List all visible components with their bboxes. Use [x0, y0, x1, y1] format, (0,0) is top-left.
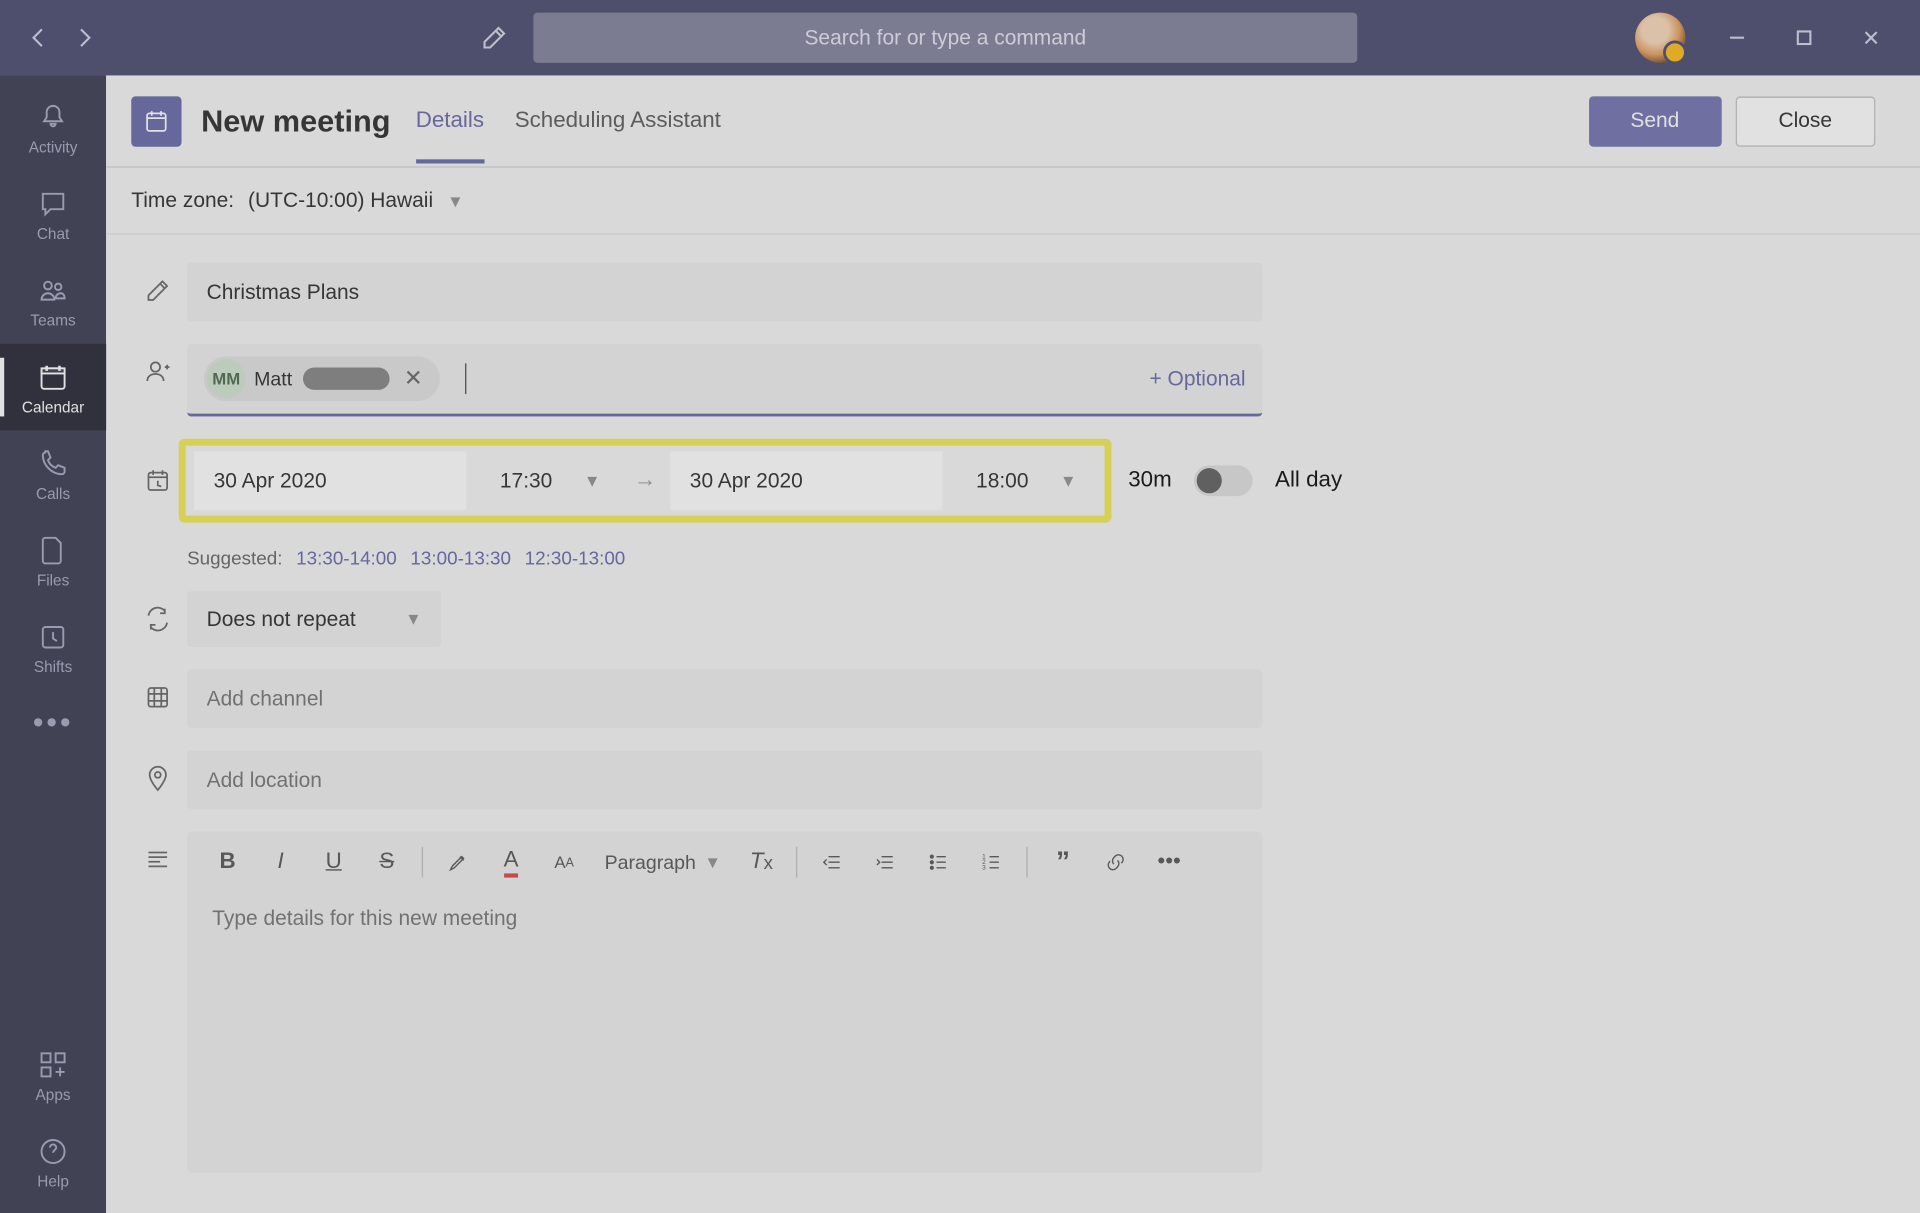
sidebar-item-teams[interactable]: Teams: [0, 257, 106, 344]
compose-icon[interactable]: [469, 13, 519, 63]
recurrence-dropdown[interactable]: Does not repeat ▼: [187, 591, 441, 647]
page-title: New meeting: [201, 103, 390, 139]
minimize-button[interactable]: [1705, 15, 1769, 60]
end-time-input[interactable]: 18:00▼: [957, 451, 1097, 510]
link-button[interactable]: [1092, 838, 1139, 886]
attendee-pill[interactable]: MM Matt ✕: [204, 356, 439, 401]
more-format-button[interactable]: •••: [1145, 838, 1192, 886]
close-window-button[interactable]: [1839, 15, 1903, 60]
close-button[interactable]: Close: [1735, 96, 1875, 146]
text-cursor: [464, 363, 465, 394]
sidebar-more-button[interactable]: •••: [0, 690, 106, 754]
chevron-down-icon: ▼: [447, 191, 464, 211]
font-size-button[interactable]: AA: [540, 838, 587, 886]
timezone-value: (UTC-10:00) Hawaii: [248, 189, 433, 213]
start-time-input[interactable]: 17:30▼: [480, 451, 620, 510]
channel-input[interactable]: [187, 669, 1262, 728]
sidebar-item-files[interactable]: Files: [0, 517, 106, 604]
send-button[interactable]: Send: [1588, 96, 1721, 146]
teams-icon: [35, 272, 71, 308]
timezone-selector[interactable]: Time zone: (UTC-10:00) Hawaii ▼: [106, 168, 1920, 235]
sidebar-item-calls[interactable]: Calls: [0, 430, 106, 517]
number-list-button[interactable]: 123: [968, 838, 1015, 886]
pencil-icon: [128, 263, 187, 305]
clear-format-button[interactable]: Tx: [738, 838, 785, 886]
chevron-down-icon: ▼: [1060, 471, 1077, 491]
start-date-input[interactable]: 30 Apr 2020: [194, 451, 466, 510]
italic-button[interactable]: I: [257, 838, 304, 886]
sidebar-item-apps[interactable]: Apps: [0, 1031, 106, 1118]
all-day-label: All day: [1275, 468, 1342, 493]
bell-icon: [35, 99, 71, 135]
paragraph-dropdown[interactable]: Paragraph▼: [593, 851, 732, 873]
attendee-name: Matt: [254, 368, 292, 390]
calendar-icon: [35, 358, 71, 394]
sidebar-item-shifts[interactable]: Shifts: [0, 604, 106, 691]
nav-forward-button[interactable]: [61, 15, 106, 60]
editor-toolbar: B I U S A AA Paragraph▼ Tx: [187, 831, 1262, 892]
location-icon: [128, 750, 187, 792]
nav-back-button[interactable]: [17, 15, 62, 60]
suggested-time-2[interactable]: 13:00-13:30: [410, 548, 511, 569]
timezone-label: Time zone:: [131, 189, 234, 213]
tab-details[interactable]: Details: [416, 109, 484, 164]
description-icon: [128, 831, 187, 873]
chevron-down-icon: ▼: [584, 471, 601, 491]
indent-button[interactable]: [862, 838, 909, 886]
file-icon: [35, 532, 71, 568]
quote-button[interactable]: ”: [1039, 838, 1086, 886]
tab-scheduling-assistant[interactable]: Scheduling Assistant: [515, 109, 721, 164]
sidebar-item-chat[interactable]: Chat: [0, 170, 106, 257]
search-placeholder: Search for or type a command: [804, 26, 1086, 50]
shifts-icon: [35, 618, 71, 654]
meeting-title-input[interactable]: [187, 263, 1262, 322]
sidebar-item-calendar[interactable]: Calendar: [0, 344, 106, 431]
underline-button[interactable]: U: [310, 838, 357, 886]
redacted-text: [303, 368, 390, 390]
help-icon: [35, 1133, 71, 1169]
highlight-button[interactable]: [434, 838, 481, 886]
calendar-badge-icon: [131, 96, 181, 146]
repeat-icon: [128, 591, 187, 633]
bullet-list-button[interactable]: [915, 838, 962, 886]
add-optional-button[interactable]: + Optional: [1149, 367, 1245, 391]
maximize-button[interactable]: [1772, 15, 1836, 60]
end-date-input[interactable]: 30 Apr 2020: [670, 451, 942, 510]
svg-text:3: 3: [983, 865, 987, 872]
details-placeholder: Type details for this new meeting: [212, 907, 517, 931]
arrow-right-icon: →: [634, 468, 656, 493]
attendee-avatar: MM: [207, 359, 246, 398]
date-time-highlighted-group: 30 Apr 2020 17:30▼ → 30 Apr 2020 18:00▼: [179, 439, 1112, 523]
location-input[interactable]: [187, 750, 1262, 809]
details-editor[interactable]: Type details for this new meeting: [187, 893, 1262, 1172]
channel-icon: [128, 669, 187, 711]
search-input[interactable]: Search for or type a command: [533, 13, 1357, 63]
chat-icon: [35, 185, 71, 221]
strike-button[interactable]: S: [363, 838, 410, 886]
duration-label: 30m: [1128, 468, 1171, 493]
sidebar-item-help[interactable]: Help: [0, 1118, 106, 1205]
chevron-down-icon: ▼: [405, 609, 422, 629]
suggested-time-3[interactable]: 12:30-13:00: [525, 548, 626, 569]
apps-icon: [35, 1046, 71, 1082]
people-icon: [128, 344, 187, 386]
remove-attendee-button[interactable]: ✕: [398, 365, 428, 393]
all-day-toggle[interactable]: [1194, 465, 1253, 496]
user-avatar[interactable]: [1635, 13, 1685, 63]
phone-icon: [35, 445, 71, 481]
suggested-time-1[interactable]: 13:30-14:00: [296, 548, 397, 569]
attendees-input[interactable]: MM Matt ✕ + Optional: [187, 344, 1262, 417]
suggested-label: Suggested:: [187, 548, 282, 569]
sidebar-item-activity[interactable]: Activity: [0, 84, 106, 171]
bold-button[interactable]: B: [204, 838, 251, 886]
font-color-button[interactable]: A: [487, 838, 534, 886]
outdent-button[interactable]: [809, 838, 856, 886]
